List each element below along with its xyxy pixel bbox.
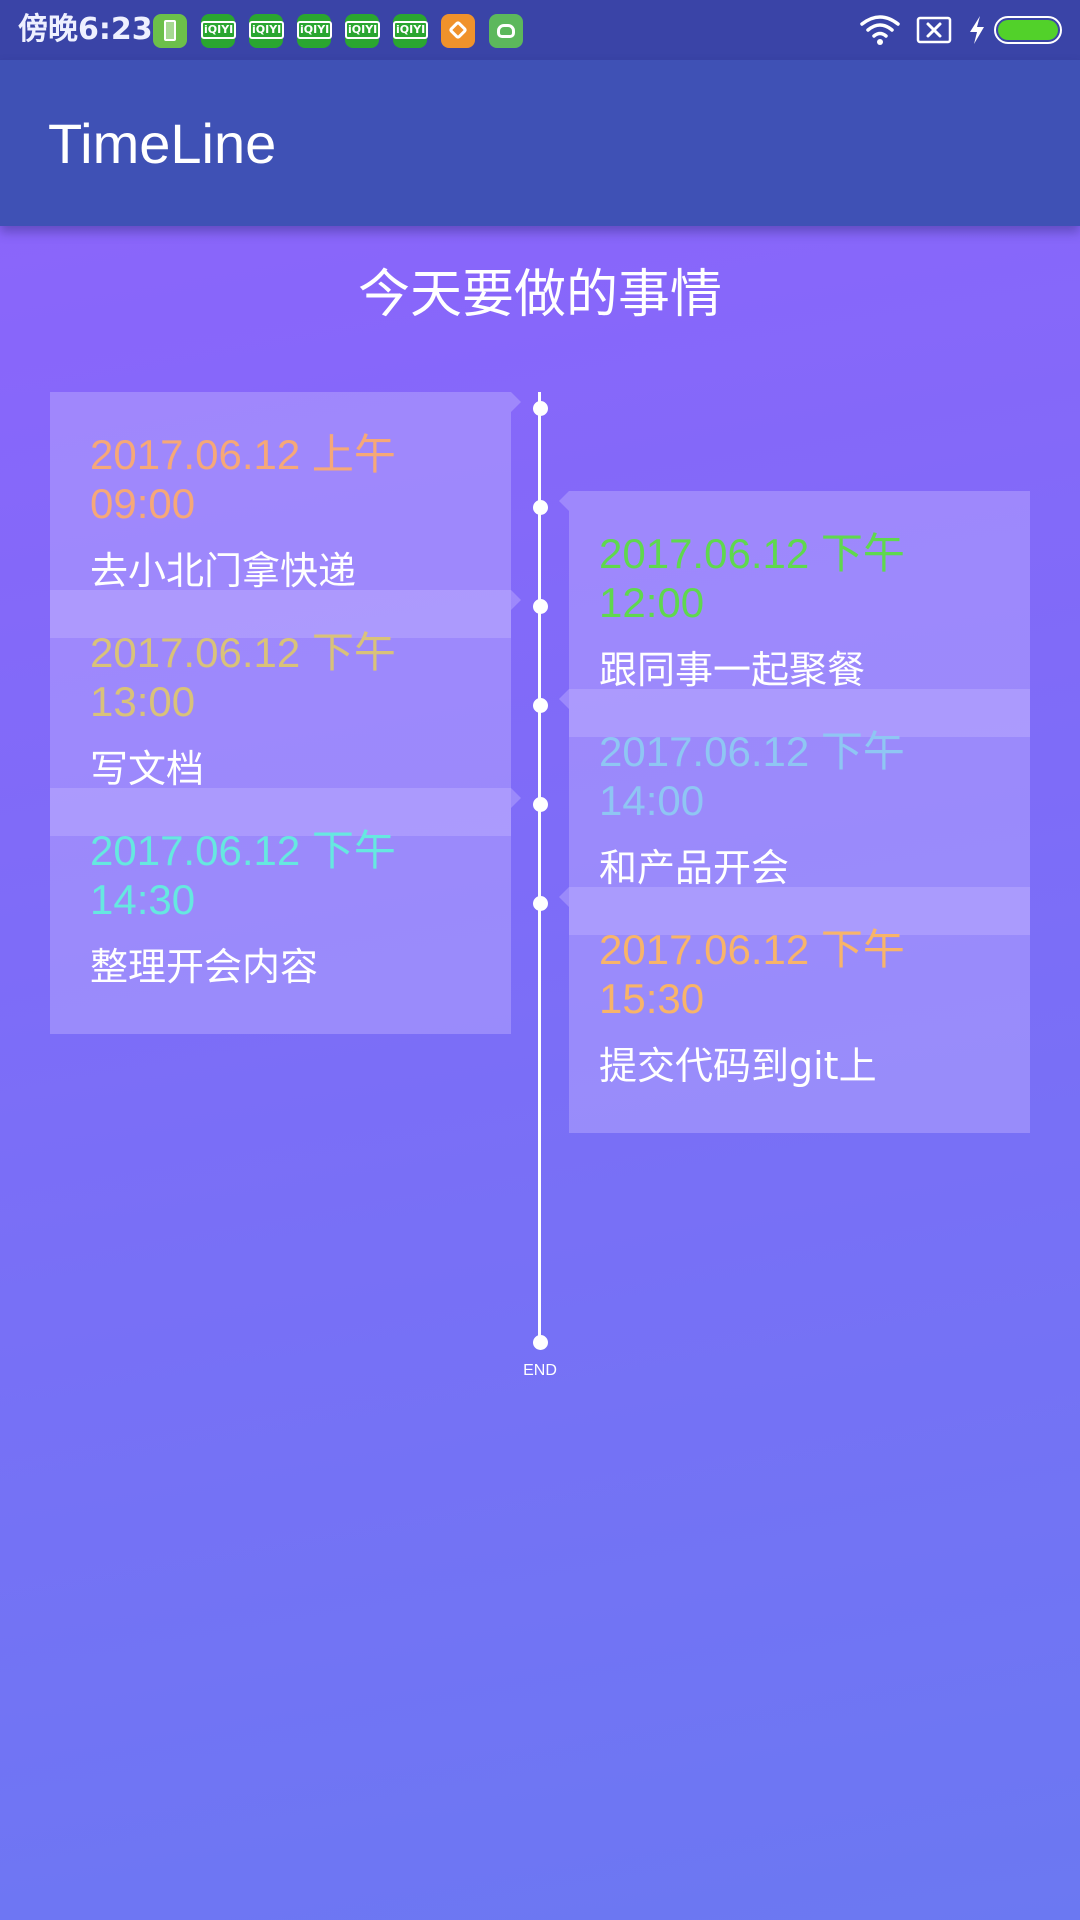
battery-level-fill (998, 20, 1058, 40)
timeline-line (538, 392, 541, 1342)
status-time: 傍晚6:23 (18, 12, 153, 47)
iqiyi-icon: iQIYI (201, 14, 237, 48)
iqiyi-icon: iQIYI (393, 14, 429, 48)
event-time: 2017.06.12 上午09:00 (90, 431, 396, 527)
event-time: 2017.06.12 下午14:00 (599, 728, 905, 824)
event-text: 整理开会内容 (90, 945, 319, 989)
app-bar: TimeLine (0, 60, 1080, 226)
timeline-event-card: 2017.06.12 下午15:30 提交代码到git上 (559, 887, 1030, 1133)
timeline-event-card: 2017.06.12 下午14:30 整理开会内容 (50, 788, 521, 1034)
event-text: 提交代码到git上 (599, 1044, 877, 1088)
timeline-end-label: END (523, 1362, 557, 1379)
event-text: 去小北门拿快递 (90, 549, 357, 593)
timeline-dot (533, 797, 548, 812)
orange-app-icon (441, 14, 475, 48)
timeline-dot (533, 698, 548, 713)
timeline-dot (533, 500, 548, 515)
event-time: 2017.06.12 下午13:00 (90, 629, 396, 725)
status-bar: 傍晚6:23 iQIYI iQIYI iQIYI iQIYI iQIYI (0, 0, 1080, 60)
app-title: TimeLine (48, 112, 277, 175)
event-time: 2017.06.12 下午14:30 (90, 827, 396, 923)
event-text: 写文档 (90, 747, 205, 791)
battery-icon (994, 16, 1062, 44)
charging-icon (970, 16, 984, 44)
iqiyi-icon: iQIYI (249, 14, 285, 48)
iqiyi-icon: iQIYI (297, 14, 333, 48)
event-text: 和产品开会 (599, 846, 790, 890)
iqiyi-icon: iQIYI (345, 14, 381, 48)
page-heading: 今天要做的事情 (357, 265, 722, 325)
timeline-dot (533, 896, 548, 911)
event-time: 2017.06.12 下午12:00 (599, 530, 905, 626)
screen: 傍晚6:23 iQIYI iQIYI iQIYI iQIYI iQIYI Tim… (0, 0, 1080, 1920)
wifi-icon (860, 15, 900, 45)
event-time: 2017.06.12 下午15:30 (599, 926, 905, 1022)
timeline-end-dot (533, 1335, 548, 1350)
timeline-dot (533, 599, 548, 614)
event-text: 跟同事一起聚餐 (599, 648, 866, 692)
battery-app-icon (153, 14, 187, 48)
no-sim-icon (916, 16, 952, 44)
timeline-dot (533, 401, 548, 416)
green-bot-app-icon (489, 14, 523, 48)
